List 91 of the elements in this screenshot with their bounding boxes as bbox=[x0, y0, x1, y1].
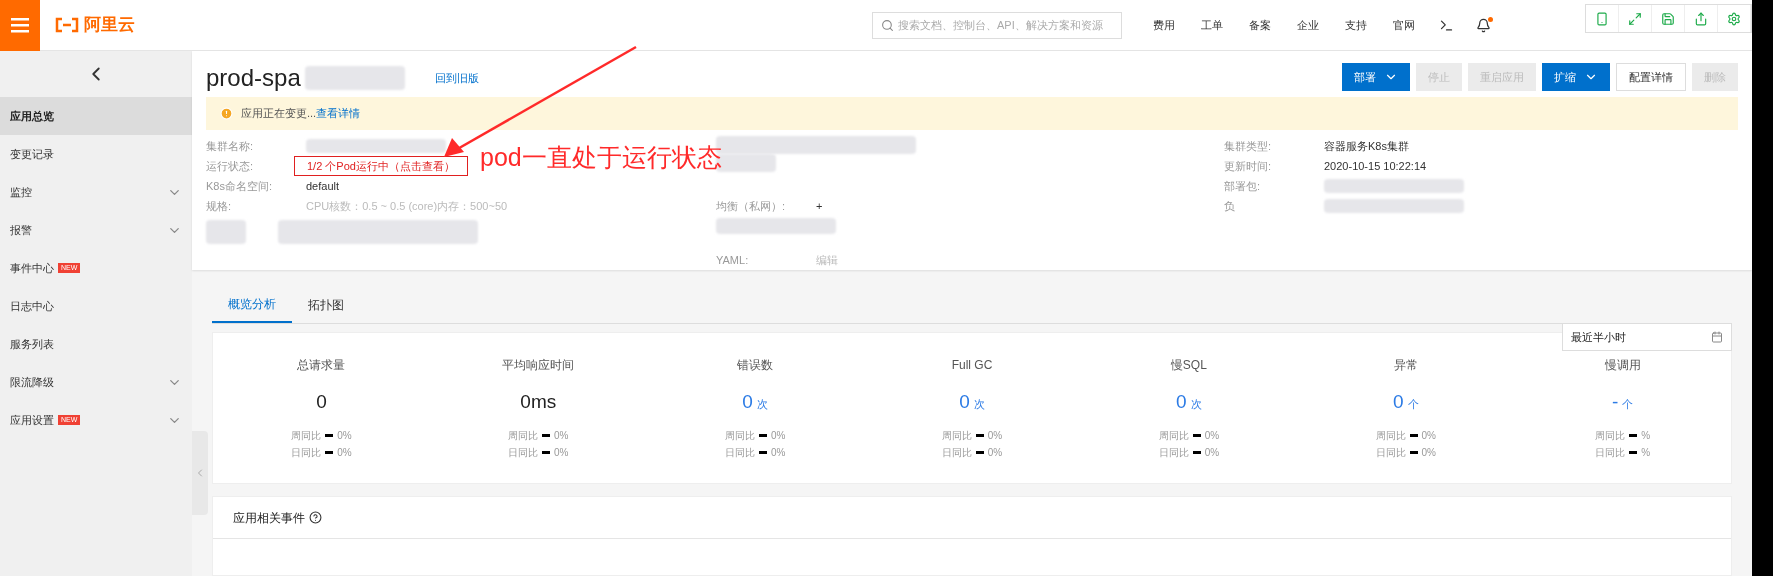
comparison-text: 日同比 0% bbox=[291, 446, 352, 461]
comparison-text: 日同比 0% bbox=[724, 446, 786, 461]
calendar-icon bbox=[1711, 331, 1723, 343]
sidebar-label: 日志中心 bbox=[10, 298, 54, 314]
menu-icon[interactable] bbox=[0, 0, 40, 51]
collapse-handle[interactable] bbox=[192, 431, 208, 515]
info-label: K8s命名空间: bbox=[206, 178, 273, 194]
metric-value: 0 bbox=[316, 389, 327, 414]
comparison-text: 日同比 % bbox=[1595, 446, 1651, 461]
comparison-text: 周同比 0% bbox=[1158, 429, 1220, 444]
nav-link[interactable]: 工单 bbox=[1201, 16, 1223, 34]
comparison-text: 日同比 0% bbox=[941, 446, 1003, 461]
sidebar-item[interactable]: 变更记录 bbox=[0, 135, 192, 173]
comparison-text: 周同比 % bbox=[1595, 429, 1651, 444]
info-label: 负 bbox=[1224, 198, 1236, 214]
banner-link[interactable]: 查看详情 bbox=[316, 107, 361, 120]
metric-value: 0 次 bbox=[1176, 389, 1202, 414]
metric-title: 错误数 bbox=[737, 356, 774, 374]
warning-icon bbox=[220, 107, 233, 120]
comparison-text: 周同比 0% bbox=[941, 429, 1003, 444]
sidebar-label: 变更记录 bbox=[10, 146, 54, 162]
metric-title: 异常 bbox=[1393, 356, 1418, 374]
time-range-select[interactable]: 最近半小时 bbox=[1562, 323, 1732, 351]
tab[interactable]: 概览分析 bbox=[212, 295, 292, 323]
nav-link[interactable]: 企业 bbox=[1297, 16, 1319, 34]
metric-title: 慢调用 bbox=[1604, 356, 1641, 374]
comparison-text: 日同比 0% bbox=[508, 446, 569, 461]
sidebar-item[interactable]: 日志中心 bbox=[0, 287, 192, 325]
info-label: 运行状态: bbox=[206, 158, 255, 174]
metric-value: 0 次 bbox=[959, 389, 985, 414]
info-value: + bbox=[816, 198, 823, 214]
metric-title: 平均响应时间 bbox=[502, 356, 575, 374]
info-label: YAML: bbox=[716, 252, 750, 268]
sidebar-item[interactable]: 报警 bbox=[0, 211, 192, 249]
nav-link[interactable]: 支持 bbox=[1345, 16, 1367, 34]
comparison-text: 日同比 0% bbox=[1375, 446, 1436, 461]
pod-status-link[interactable]: 1/2 个Pod运行中（点击查看） bbox=[294, 155, 468, 177]
help-icon[interactable] bbox=[309, 511, 322, 524]
metric-value: 0ms bbox=[520, 389, 557, 414]
metric-value: 0 次 bbox=[742, 389, 768, 414]
info-label: 规格: bbox=[206, 198, 233, 214]
logo-text: 阿里云 bbox=[84, 14, 135, 37]
info-value: 2020-10-15 10:22:14 bbox=[1324, 158, 1427, 174]
search-icon bbox=[881, 18, 894, 32]
nav-link[interactable]: 备案 bbox=[1249, 16, 1271, 34]
info-label: 集群名称: bbox=[206, 138, 255, 154]
info-value: CPU核数：0.5 ~ 0.5 (core)内存：500~50 bbox=[306, 198, 508, 214]
sidebar-label: 应用设置 bbox=[10, 412, 54, 428]
tab[interactable]: 拓扑图 bbox=[292, 295, 360, 323]
logo-icon bbox=[54, 17, 80, 33]
info-label: 更新时间: bbox=[1224, 158, 1273, 174]
sidebar-label: 事件中心 bbox=[10, 260, 54, 276]
info-label: 均衡（私网）: bbox=[716, 198, 787, 214]
metric-title: Full GC bbox=[951, 356, 993, 374]
metric-title: 慢SQL bbox=[1170, 356, 1207, 374]
metric-title: 总请求量 bbox=[297, 356, 346, 374]
info-value: default bbox=[306, 178, 340, 194]
comparison-text: 周同比 0% bbox=[1375, 429, 1436, 444]
info-label: 集群类型: bbox=[1224, 138, 1273, 154]
app-title: prod-spa bbox=[206, 63, 301, 93]
terminal-icon[interactable] bbox=[1439, 17, 1454, 33]
sidebar-label: 报警 bbox=[10, 222, 32, 238]
action-button[interactable]: 扩缩 bbox=[1542, 63, 1610, 91]
sidebar-label: 监控 bbox=[10, 184, 32, 200]
comparison-text: 周同比 0% bbox=[724, 429, 786, 444]
info-value: 容器服务K8s集群 bbox=[1324, 138, 1409, 154]
search-placeholder: 搜索文档、控制台、API、解决方案和资源 bbox=[898, 17, 1103, 33]
action-button[interactable]: 配置详情 bbox=[1616, 63, 1686, 91]
sidebar-item[interactable]: 监控 bbox=[0, 173, 192, 211]
bell-icon[interactable] bbox=[1476, 17, 1491, 33]
sidebar-item[interactable]: 限流降级 bbox=[0, 363, 192, 401]
metric-value: 0 个 bbox=[1392, 389, 1419, 414]
comparison-text: 日同比 0% bbox=[1158, 446, 1220, 461]
banner-text: 应用正在变更... bbox=[241, 107, 317, 120]
sidebar-label: 限流降级 bbox=[10, 374, 54, 390]
comparison-text: 周同比 0% bbox=[508, 429, 569, 444]
annotation-text: pod一直处于运行状态 bbox=[480, 142, 722, 173]
sidebar-label: 服务列表 bbox=[10, 336, 54, 352]
events-title: 应用相关事件 bbox=[233, 509, 305, 527]
sidebar-item[interactable]: 服务列表 bbox=[0, 325, 192, 363]
nav-link[interactable]: 官网 bbox=[1393, 16, 1415, 34]
sidebar-label: 应用总览 bbox=[10, 108, 54, 124]
info-value: 编辑 bbox=[816, 252, 838, 268]
info-label: 部署包: bbox=[1224, 178, 1262, 194]
redacted-block bbox=[206, 220, 246, 244]
comparison-text: 周同比 0% bbox=[291, 429, 352, 444]
nav-link[interactable]: 费用 bbox=[1153, 16, 1175, 34]
metric-value: - 个 bbox=[1611, 389, 1634, 414]
old-version-link[interactable]: 回到旧版 bbox=[434, 69, 479, 87]
action-button[interactable]: 部署 bbox=[1342, 63, 1410, 91]
sidebar-item[interactable]: 应用总览 bbox=[0, 97, 192, 135]
